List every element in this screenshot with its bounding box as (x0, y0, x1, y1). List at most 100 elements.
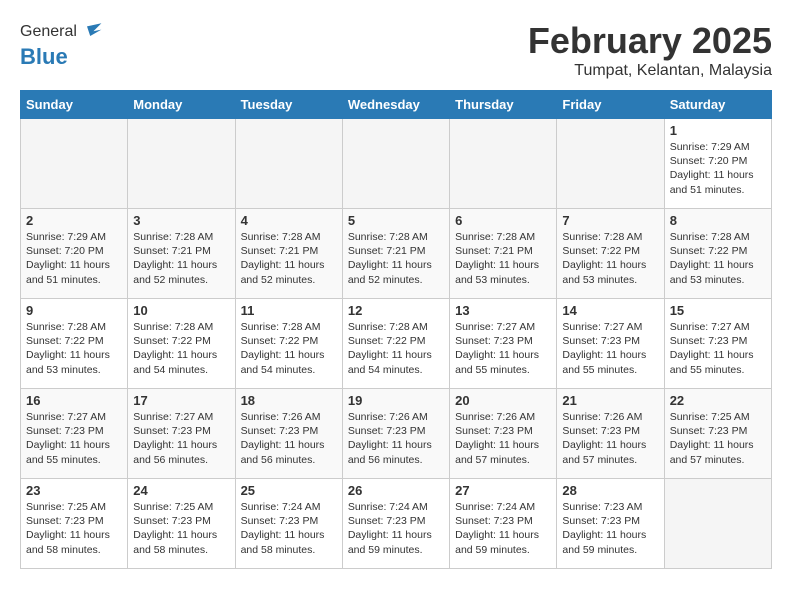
weekday-header-row: SundayMondayTuesdayWednesdayThursdayFrid… (21, 91, 772, 119)
day-info: Sunrise: 7:26 AM Sunset: 7:23 PM Dayligh… (348, 410, 444, 467)
day-number: 27 (455, 483, 551, 498)
day-number: 19 (348, 393, 444, 408)
day-number: 13 (455, 303, 551, 318)
day-info: Sunrise: 7:25 AM Sunset: 7:23 PM Dayligh… (133, 500, 229, 557)
calendar-cell (128, 119, 235, 209)
day-number: 5 (348, 213, 444, 228)
calendar-cell: 9 Sunrise: 7:28 AM Sunset: 7:22 PM Daylig… (21, 299, 128, 389)
day-number: 2 (26, 213, 122, 228)
week-row-3: 9 Sunrise: 7:28 AM Sunset: 7:22 PM Daylig… (21, 299, 772, 389)
title-block: February 2025 Tumpat, Kelantan, Malaysia (528, 20, 772, 80)
calendar-table: SundayMondayTuesdayWednesdayThursdayFrid… (20, 90, 772, 569)
location-subtitle: Tumpat, Kelantan, Malaysia (528, 62, 772, 80)
day-number: 3 (133, 213, 229, 228)
day-number: 6 (455, 213, 551, 228)
calendar-cell: 21 Sunrise: 7:26 AM Sunset: 7:23 PM Dayli… (557, 389, 664, 479)
day-info: Sunrise: 7:25 AM Sunset: 7:23 PM Dayligh… (26, 500, 122, 557)
weekday-header-tuesday: Tuesday (235, 91, 342, 119)
day-number: 25 (241, 483, 337, 498)
day-info: Sunrise: 7:28 AM Sunset: 7:22 PM Dayligh… (562, 230, 658, 287)
calendar-cell: 23 Sunrise: 7:25 AM Sunset: 7:23 PM Dayli… (21, 479, 128, 569)
calendar-cell: 5 Sunrise: 7:28 AM Sunset: 7:21 PM Daylig… (342, 209, 449, 299)
day-info: Sunrise: 7:28 AM Sunset: 7:22 PM Dayligh… (133, 320, 229, 377)
calendar-cell (557, 119, 664, 209)
weekday-header-wednesday: Wednesday (342, 91, 449, 119)
calendar-cell: 15 Sunrise: 7:27 AM Sunset: 7:23 PM Dayli… (664, 299, 771, 389)
weekday-header-friday: Friday (557, 91, 664, 119)
day-number: 11 (241, 303, 337, 318)
week-row-2: 2 Sunrise: 7:29 AM Sunset: 7:20 PM Daylig… (21, 209, 772, 299)
day-info: Sunrise: 7:28 AM Sunset: 7:21 PM Dayligh… (455, 230, 551, 287)
day-number: 23 (26, 483, 122, 498)
day-info: Sunrise: 7:28 AM Sunset: 7:22 PM Dayligh… (241, 320, 337, 377)
day-number: 21 (562, 393, 658, 408)
week-row-1: 1Sunrise: 7:29 AM Sunset: 7:20 PM Daylig… (21, 119, 772, 209)
calendar-cell: 1Sunrise: 7:29 AM Sunset: 7:20 PM Daylig… (664, 119, 771, 209)
day-number: 4 (241, 213, 337, 228)
calendar-cell: 25 Sunrise: 7:24 AM Sunset: 7:23 PM Dayli… (235, 479, 342, 569)
calendar-cell (21, 119, 128, 209)
day-number: 28 (562, 483, 658, 498)
day-number: 8 (670, 213, 766, 228)
weekday-header-monday: Monday (128, 91, 235, 119)
logo-blue-text: Blue (20, 44, 103, 70)
day-info: Sunrise: 7:28 AM Sunset: 7:21 PM Dayligh… (133, 230, 229, 287)
day-info: Sunrise: 7:27 AM Sunset: 7:23 PM Dayligh… (133, 410, 229, 467)
day-info: Sunrise: 7:27 AM Sunset: 7:23 PM Dayligh… (562, 320, 658, 377)
calendar-cell: 13 Sunrise: 7:27 AM Sunset: 7:23 PM Dayli… (450, 299, 557, 389)
day-info: Sunrise: 7:24 AM Sunset: 7:23 PM Dayligh… (455, 500, 551, 557)
calendar-cell: 4 Sunrise: 7:28 AM Sunset: 7:21 PM Daylig… (235, 209, 342, 299)
day-info: Sunrise: 7:28 AM Sunset: 7:21 PM Dayligh… (241, 230, 337, 287)
day-info: Sunrise: 7:24 AM Sunset: 7:23 PM Dayligh… (241, 500, 337, 557)
day-info: Sunrise: 7:28 AM Sunset: 7:22 PM Dayligh… (348, 320, 444, 377)
day-info: Sunrise: 7:25 AM Sunset: 7:23 PM Dayligh… (670, 410, 766, 467)
calendar-cell: 24 Sunrise: 7:25 AM Sunset: 7:23 PM Dayli… (128, 479, 235, 569)
calendar-cell (450, 119, 557, 209)
week-row-5: 23 Sunrise: 7:25 AM Sunset: 7:23 PM Dayli… (21, 479, 772, 569)
calendar-cell: 6 Sunrise: 7:28 AM Sunset: 7:21 PM Daylig… (450, 209, 557, 299)
page-header: General Blue February 2025 Tumpat, Kelan… (20, 20, 772, 80)
calendar-cell: 20Sunrise: 7:26 AM Sunset: 7:23 PM Dayli… (450, 389, 557, 479)
day-info: Sunrise: 7:28 AM Sunset: 7:21 PM Dayligh… (348, 230, 444, 287)
day-number: 7 (562, 213, 658, 228)
logo-bird-icon (79, 20, 103, 44)
calendar-cell: 18Sunrise: 7:26 AM Sunset: 7:23 PM Dayli… (235, 389, 342, 479)
day-info: Sunrise: 7:26 AM Sunset: 7:23 PM Dayligh… (562, 410, 658, 467)
calendar-cell: 27 Sunrise: 7:24 AM Sunset: 7:23 PM Dayli… (450, 479, 557, 569)
logo: General Blue (20, 20, 103, 70)
calendar-cell (664, 479, 771, 569)
week-row-4: 16Sunrise: 7:27 AM Sunset: 7:23 PM Dayli… (21, 389, 772, 479)
calendar-cell: 12Sunrise: 7:28 AM Sunset: 7:22 PM Dayli… (342, 299, 449, 389)
calendar-cell: 22 Sunrise: 7:25 AM Sunset: 7:23 PM Dayli… (664, 389, 771, 479)
day-info: Sunrise: 7:27 AM Sunset: 7:23 PM Dayligh… (455, 320, 551, 377)
day-info: Sunrise: 7:28 AM Sunset: 7:22 PM Dayligh… (670, 230, 766, 287)
calendar-cell (342, 119, 449, 209)
calendar-cell: 10 Sunrise: 7:28 AM Sunset: 7:22 PM Dayli… (128, 299, 235, 389)
day-number: 26 (348, 483, 444, 498)
calendar-cell: 14 Sunrise: 7:27 AM Sunset: 7:23 PM Dayli… (557, 299, 664, 389)
day-info: Sunrise: 7:28 AM Sunset: 7:22 PM Dayligh… (26, 320, 122, 377)
calendar-cell: 8 Sunrise: 7:28 AM Sunset: 7:22 PM Daylig… (664, 209, 771, 299)
day-number: 10 (133, 303, 229, 318)
calendar-cell: 17Sunrise: 7:27 AM Sunset: 7:23 PM Dayli… (128, 389, 235, 479)
day-info: Sunrise: 7:29 AM Sunset: 7:20 PM Dayligh… (670, 140, 766, 197)
day-info: Sunrise: 7:26 AM Sunset: 7:23 PM Dayligh… (455, 410, 551, 467)
day-number: 22 (670, 393, 766, 408)
calendar-cell: 2 Sunrise: 7:29 AM Sunset: 7:20 PM Daylig… (21, 209, 128, 299)
day-info: Sunrise: 7:27 AM Sunset: 7:23 PM Dayligh… (670, 320, 766, 377)
calendar-cell: 26 Sunrise: 7:24 AM Sunset: 7:23 PM Dayli… (342, 479, 449, 569)
day-number: 14 (562, 303, 658, 318)
day-info: Sunrise: 7:24 AM Sunset: 7:23 PM Dayligh… (348, 500, 444, 557)
day-number: 24 (133, 483, 229, 498)
calendar-cell: 3 Sunrise: 7:28 AM Sunset: 7:21 PM Daylig… (128, 209, 235, 299)
month-title: February 2025 (528, 20, 772, 62)
calendar-cell: 28Sunrise: 7:23 AM Sunset: 7:23 PM Dayli… (557, 479, 664, 569)
calendar-cell: 16Sunrise: 7:27 AM Sunset: 7:23 PM Dayli… (21, 389, 128, 479)
weekday-header-thursday: Thursday (450, 91, 557, 119)
day-info: Sunrise: 7:27 AM Sunset: 7:23 PM Dayligh… (26, 410, 122, 467)
day-info: Sunrise: 7:29 AM Sunset: 7:20 PM Dayligh… (26, 230, 122, 287)
day-number: 15 (670, 303, 766, 318)
day-number: 18 (241, 393, 337, 408)
day-number: 9 (26, 303, 122, 318)
weekday-header-sunday: Sunday (21, 91, 128, 119)
